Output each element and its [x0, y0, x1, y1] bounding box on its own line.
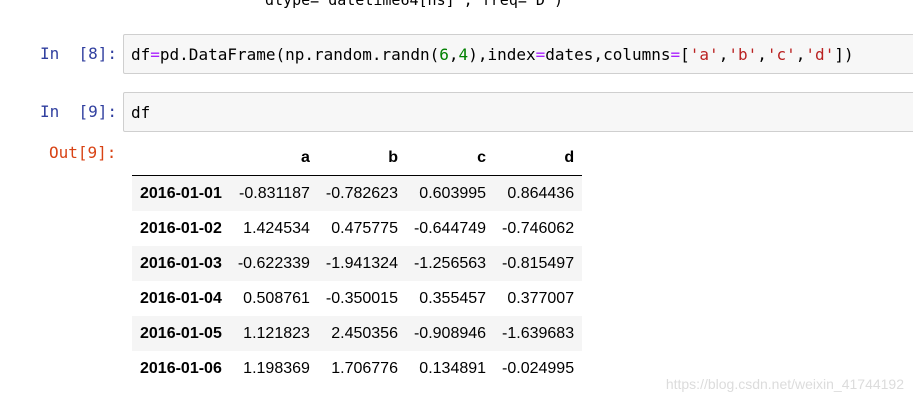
code-token: [: [680, 45, 690, 64]
code-token: df: [131, 45, 151, 64]
table-cell: 0.377007: [507, 289, 575, 307]
table-cell: 1.198369: [243, 359, 310, 377]
code-operator: =: [535, 45, 546, 64]
input-prompt-8: In [8]:: [40, 44, 118, 63]
code-line: df=pd.DataFrame(np.random.randn(6,4),ind…: [131, 45, 854, 64]
table-row: 2016-01-04 0.508761 -0.350015 0.355457 0…: [132, 281, 582, 316]
table-row: 2016-01-05 1.121823 2.450356 -0.908946 -…: [132, 316, 583, 351]
table-cell: -0.746062: [502, 219, 575, 237]
table-cell: 1.424534: [243, 219, 310, 237]
table-cell: 0.864436: [507, 184, 575, 202]
table-cell: 1.121823: [243, 324, 310, 342]
column-header-c: c: [405, 140, 495, 176]
table-cell: 0.475775: [331, 219, 398, 237]
column-header-b: b: [317, 140, 406, 176]
table-cell: 2.450356: [331, 324, 398, 342]
previous-output-text: dtype='datetime64[ns]', freq='D'): [265, 0, 564, 9]
code-input-cell-8[interactable]: df=pd.DataFrame(np.random.randn(6,4),ind…: [123, 34, 913, 74]
watermark-text: https://blog.csdn.net/weixin_41744192: [665, 376, 904, 392]
table-cell: -0.350015: [325, 289, 398, 307]
row-index: 2016-01-03: [140, 254, 222, 272]
table-cell: -0.622339: [237, 254, 310, 272]
table-row: 2016-01-01 -0.831187 -0.782623 0.603995 …: [132, 175, 583, 211]
code-token: ,: [448, 45, 459, 64]
table-cell: 0.134891: [419, 359, 487, 377]
table-cell: -1.639683: [502, 324, 575, 342]
column-header-a: a: [229, 140, 318, 176]
code-token: ,: [718, 45, 729, 64]
code-string: 'c': [766, 45, 796, 64]
table-cell: 0.355457: [419, 289, 487, 307]
code-number: 6: [439, 45, 449, 64]
code-string: 'd': [805, 45, 835, 64]
column-header-d: d: [494, 140, 583, 176]
row-index: 2016-01-01: [140, 184, 222, 202]
row-index: 2016-01-06: [140, 359, 222, 377]
code-operator: =: [670, 45, 681, 64]
table-row: 2016-01-03 -0.622339 -1.941324 -1.256563…: [132, 246, 583, 281]
code-line: df: [131, 103, 151, 122]
code-token: ]): [834, 45, 854, 64]
row-index: 2016-01-02: [140, 219, 222, 237]
code-input-cell-9[interactable]: df: [123, 92, 913, 132]
code-token: ),index: [468, 45, 536, 64]
index-header: [132, 140, 230, 176]
table-cell: -1.941324: [325, 254, 398, 272]
output-prompt-9: Out[9]:: [49, 143, 117, 162]
code-token: ,: [757, 45, 767, 64]
code-string: 'b': [728, 45, 758, 64]
table-row: 2016-01-02 1.424534 0.475775 -0.644749 -…: [132, 211, 582, 246]
table-cell: -1.256563: [413, 254, 487, 272]
row-index: 2016-01-04: [140, 289, 222, 307]
input-prompt-9: In [9]:: [40, 102, 118, 121]
code-token: ,: [795, 45, 806, 64]
dataframe-table: a b c d 2016-01-01 -0.831187 -0.782623 0…: [132, 140, 583, 386]
table-cell: 1.706776: [331, 359, 398, 377]
code-operator: =: [150, 45, 160, 64]
table-cell: -0.782623: [325, 184, 398, 202]
table-cell: -0.644749: [413, 219, 487, 237]
table-header-row: a b c d: [132, 140, 583, 176]
code-number: 4: [458, 45, 469, 64]
table-cell: -0.815497: [502, 254, 575, 272]
table-cell: 0.508761: [243, 289, 310, 307]
code-token: pd.DataFrame(np.random.randn(: [159, 45, 440, 64]
table-row: 2016-01-06 1.198369 1.706776 0.134891 -0…: [132, 351, 582, 386]
table-cell: 0.603995: [419, 184, 487, 202]
table-cell: -0.831187: [239, 184, 310, 202]
table-cell: -0.908946: [413, 324, 487, 342]
row-index: 2016-01-05: [140, 324, 222, 342]
code-string: 'a': [689, 45, 719, 64]
table-cell: -0.024995: [502, 359, 575, 377]
code-token: dates,columns: [545, 45, 671, 64]
